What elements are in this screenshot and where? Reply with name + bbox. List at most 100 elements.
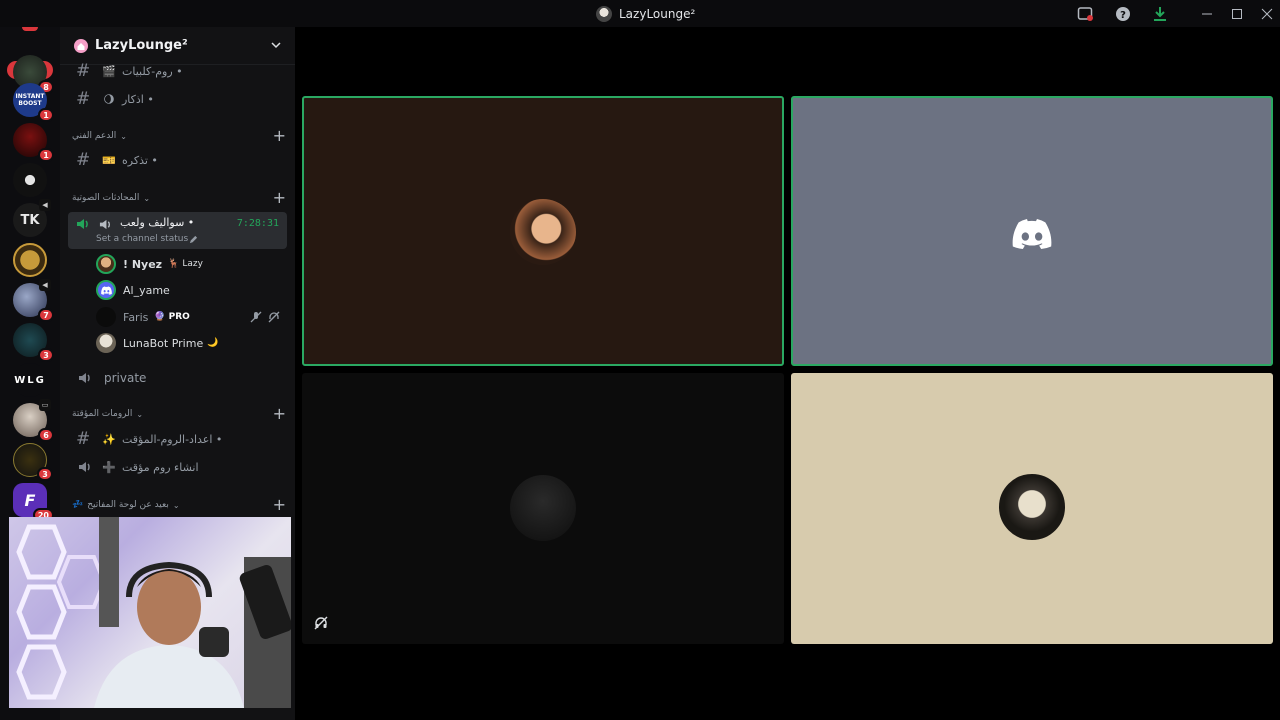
chevron-down-icon: ⌄: [136, 409, 144, 419]
deafened-icon: [314, 616, 328, 630]
discord-logo-icon: [1012, 219, 1052, 249]
voice-speaker-icon: ◀: [39, 279, 51, 291]
webcam-scene: [16, 517, 291, 708]
member-name: Al_yame: [123, 283, 170, 297]
voice-channel-create[interactable]: ➕ انشاء روم مؤقت: [68, 453, 287, 481]
voice-channel-icon: [99, 219, 111, 230]
voice-member[interactable]: ! Nyez 🦌 Lazy: [96, 252, 286, 276]
category-label: الدعم الفني: [72, 131, 117, 141]
maximize-icon[interactable]: [1228, 5, 1246, 23]
server-icon-blue-wolf[interactable]: ◀ 7: [13, 279, 54, 322]
tag-label: Lazy: [182, 259, 203, 269]
server-icon-f-logo[interactable]: F 20: [13, 483, 54, 522]
channel-emoji: ✨: [102, 432, 116, 446]
channel-label: اعداد-الروم-المؤقت •: [122, 432, 223, 446]
hash-icon: #: [76, 89, 91, 109]
mention-badge: 1: [38, 108, 54, 122]
video-tile[interactable]: [791, 373, 1273, 644]
download-icon[interactable]: [1151, 5, 1169, 23]
inbox-icon[interactable]: [1076, 5, 1094, 23]
server-name: LazyLounge²: [95, 38, 188, 53]
avatar: [96, 254, 116, 274]
hash-icon: #: [76, 61, 91, 81]
voice-channel-private[interactable]: private: [68, 364, 287, 392]
server-label: BOOST: [18, 100, 42, 107]
channel-item[interactable]: # 🎬 روم-كلبيات •: [68, 57, 287, 85]
server-icon-wlg[interactable]: WLG: [13, 363, 47, 397]
server-avatar-icon: [596, 6, 612, 22]
video-tile-speaking[interactable]: [791, 96, 1273, 366]
voice-member[interactable]: Faris 🔮 PRO: [96, 305, 286, 329]
help-icon[interactable]: ?: [1114, 5, 1132, 23]
voice-channel-label: سواليف ولعب •: [120, 216, 195, 229]
set-status-link[interactable]: Set a channel status: [96, 234, 188, 244]
server-icon-golden-face[interactable]: [13, 243, 47, 277]
hash-icon: #: [76, 429, 91, 449]
channel-item[interactable]: # 🌖 اذكار •: [68, 85, 287, 113]
tag-label: PRO: [168, 312, 190, 322]
voice-member[interactable]: Al_yame: [96, 278, 286, 302]
server-icon-teal[interactable]: 3: [13, 323, 54, 362]
mention-badge: 6: [38, 428, 54, 442]
voice-member[interactable]: LunaBot Prime 🌙: [96, 331, 286, 355]
category-voice[interactable]: المحادثات الصوتية ⌄ +: [72, 188, 286, 207]
f-logo-icon: F: [24, 490, 36, 510]
category-afk[interactable]: 💤 بعيد عن لوحة المفاتيح ⌄ +: [72, 495, 286, 514]
stream-icon: ▭: [39, 399, 51, 411]
tag-emoji: 🔮: [154, 312, 166, 322]
discord-logo-icon: [100, 285, 112, 295]
server-icon-tk[interactable]: TK ◀: [13, 199, 51, 237]
close-icon[interactable]: [1258, 5, 1276, 23]
avatar: [96, 307, 116, 327]
video-tile[interactable]: [302, 373, 784, 644]
server-icon-dark-bird[interactable]: [13, 163, 47, 197]
mention-badge: 3: [38, 348, 54, 362]
category-temp[interactable]: الرومات المؤقتة ⌄ +: [72, 404, 286, 423]
speaker-icon: [77, 219, 88, 229]
channel-item[interactable]: # 🎫 تذكره •: [68, 146, 287, 174]
server-icon-girl[interactable]: ▭ 6: [13, 399, 54, 442]
add-channel-icon[interactable]: +: [273, 126, 286, 145]
channel-label: انشاء روم مؤقت: [122, 460, 199, 474]
member-name: Faris: [123, 310, 149, 324]
avatar: [96, 280, 116, 300]
avatar: [96, 333, 116, 353]
participant-avatar: [999, 474, 1065, 540]
channel-label: اذكار •: [122, 92, 154, 106]
mention-badge: 1: [38, 148, 54, 162]
webcam-overlay: [9, 517, 291, 708]
category-support[interactable]: الدعم الفني ⌄ +: [72, 126, 286, 145]
server-label: TK: [20, 212, 40, 228]
chevron-down-icon: ⌄: [143, 193, 151, 203]
channel-emoji: 🌖: [103, 92, 115, 106]
channel-emoji: ➕: [102, 460, 116, 474]
chevron-down-icon: ⌄: [120, 131, 127, 141]
channel-label: تذكره •: [122, 153, 158, 167]
channel-item[interactable]: # ✨ اعداد-الروم-المؤقت •: [68, 425, 287, 453]
channel-emoji: 🎫: [102, 153, 116, 167]
mention-badge: 3: [37, 467, 53, 481]
tag-emoji: 🦌: [168, 259, 180, 269]
chevron-down-icon: ⌄: [172, 500, 180, 510]
minimize-icon[interactable]: [1198, 5, 1216, 23]
add-channel-icon[interactable]: +: [273, 188, 286, 207]
locked-voice-icon: [79, 373, 90, 383]
category-emoji: 💤: [72, 500, 84, 510]
server-label: WLG: [14, 374, 46, 386]
member-tag: 🦌 Lazy: [168, 259, 203, 269]
server-icon-instant-boost[interactable]: INSTANT BOOST 1: [13, 83, 54, 122]
voice-channel-icon: [79, 462, 90, 472]
participant-avatar: [510, 199, 576, 265]
add-channel-icon[interactable]: +: [273, 404, 286, 423]
server-icon-wild[interactable]: 3: [13, 443, 53, 481]
participant-avatar: [510, 475, 576, 541]
add-channel-icon[interactable]: +: [273, 495, 286, 514]
server-icon-red-dark[interactable]: 1: [13, 123, 54, 162]
active-voice-channel[interactable]: سواليف ولعب • 7:28:31 Set a channel stat…: [68, 212, 287, 249]
channel-emoji: 🎬: [102, 64, 116, 78]
svg-text:?: ?: [1120, 10, 1126, 21]
hash-icon: #: [76, 150, 91, 170]
video-tile-speaking[interactable]: [302, 96, 784, 366]
member-name: LunaBot Prime: [123, 336, 204, 350]
voice-timer: 7:28:31: [236, 218, 279, 229]
